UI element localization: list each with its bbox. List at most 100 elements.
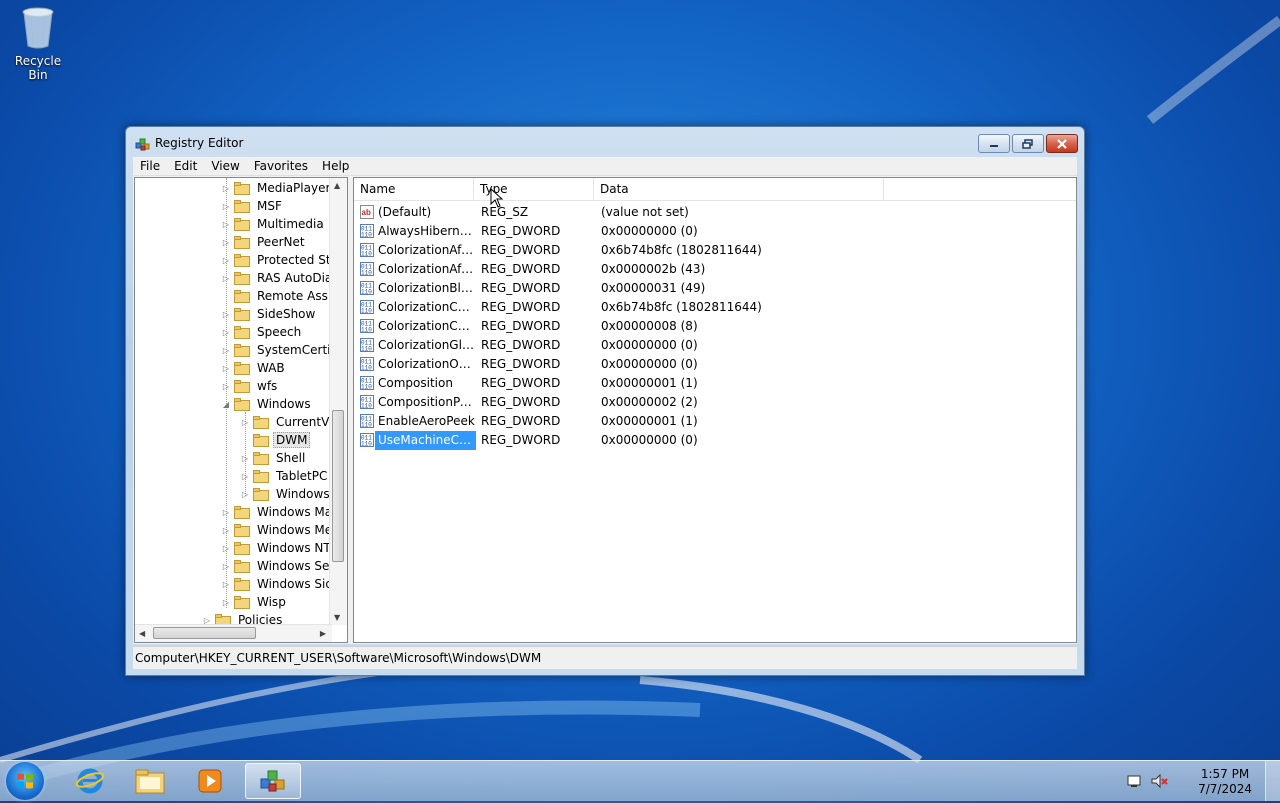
tree-node[interactable]: ▷ Windows E — [239, 485, 332, 503]
close-button[interactable] — [1046, 134, 1078, 153]
tree-node[interactable]: ◢ Windows — [220, 395, 314, 413]
expand-arrow-icon[interactable]: ▷ — [220, 382, 232, 391]
tree-vertical-scrollbar[interactable]: ▲ ▼ — [329, 178, 347, 625]
start-button[interactable] — [6, 762, 44, 800]
tree-node[interactable]: ▷ Shell — [239, 449, 308, 467]
expand-arrow-icon[interactable]: ▷ — [220, 220, 232, 229]
tree-node[interactable]: ▷ Policies — [201, 611, 285, 625]
minimize-button[interactable] — [978, 134, 1010, 153]
tree-node[interactable]: ▷ wfs — [220, 377, 280, 395]
expand-arrow-icon[interactable]: ▷ — [239, 490, 251, 499]
expand-arrow-icon[interactable]: ▷ — [220, 202, 232, 211]
expand-arrow-icon[interactable]: ▷ — [220, 310, 232, 319]
collapse-arrow-icon[interactable]: ◢ — [220, 400, 232, 409]
expand-arrow-icon[interactable]: ▷ — [220, 328, 232, 337]
value-row[interactable]: 011 110 ColorizationAfte... REG_DWORD 0x0000… — [354, 260, 1076, 279]
tree-node[interactable]: ▷ Windows NT — [220, 539, 332, 557]
folder-icon — [234, 361, 250, 375]
scroll-left-arrow-icon[interactable]: ◀ — [139, 629, 145, 638]
tree-node[interactable]: ▷ SystemCertific — [220, 341, 332, 359]
expand-arrow-icon[interactable]: ▷ — [220, 526, 232, 535]
expand-arrow-icon[interactable]: ▷ — [220, 256, 232, 265]
tree-node-label: DWM — [273, 432, 311, 448]
action-center-flag-icon[interactable] — [1126, 773, 1144, 789]
values-list-pane[interactable]: Name Type Data ab (Default) REG_SZ (value n… — [353, 177, 1077, 643]
taskbar-windows-explorer[interactable] — [122, 763, 178, 799]
expand-arrow-icon[interactable]: ▷ — [220, 364, 232, 373]
expand-arrow-icon[interactable]: ▷ — [220, 562, 232, 571]
value-row[interactable]: 011 110 ColorizationBlur... REG_DWORD 0x0000… — [354, 279, 1076, 298]
tree-node[interactable]: Remote Assista — [220, 287, 332, 305]
taskbar-windows-media-player[interactable] — [182, 763, 238, 799]
clock[interactable]: 1:57 PM 7/7/2024 — [1198, 767, 1252, 797]
expand-arrow-icon[interactable]: ▷ — [220, 580, 232, 589]
tree-node[interactable]: ▷ CurrentVer — [239, 413, 332, 431]
title-bar[interactable]: Registry Editor — [126, 127, 1084, 157]
tree-node[interactable]: ▷ Windows Sidel — [220, 575, 332, 593]
value-row[interactable]: 011 110 CompositionPol... REG_DWORD 0x000000… — [354, 393, 1076, 412]
expand-arrow-icon[interactable]: ▷ — [220, 544, 232, 553]
tree-node[interactable]: DWM — [239, 431, 311, 449]
tree-node[interactable]: ▷ RAS AutoDial — [220, 269, 332, 287]
value-row[interactable]: 011 110 EnableAeroPeek REG_DWORD 0x00000001 … — [354, 412, 1076, 431]
show-desktop-button[interactable] — [1265, 761, 1280, 801]
tree-horizontal-scrollbar[interactable]: ◀ ▶ — [135, 624, 332, 642]
expand-arrow-icon[interactable]: ▷ — [239, 418, 251, 427]
value-row[interactable]: ab (Default) REG_SZ (value not set) — [354, 203, 1076, 222]
scroll-up-arrow-icon[interactable]: ▲ — [334, 181, 340, 190]
menu-favorites[interactable]: Favorites — [247, 159, 315, 173]
expand-arrow-icon[interactable]: ▷ — [220, 346, 232, 355]
tree-node-label: SideShow — [257, 307, 316, 321]
menu-view[interactable]: View — [204, 159, 246, 173]
taskbar-registry-editor[interactable] — [245, 763, 301, 799]
column-header-name[interactable]: Name — [354, 178, 474, 200]
value-row[interactable]: 011 110 ColorizationCol... REG_DWORD 0x00000… — [354, 317, 1076, 336]
tree-node[interactable]: ▷ Multimedia — [220, 215, 327, 233]
folder-icon — [234, 343, 250, 357]
status-path: Computer\HKEY_CURRENT_USER\Software\Micr… — [135, 651, 542, 665]
tree-horizontal-scroll-thumb[interactable] — [153, 627, 256, 639]
expand-arrow-icon[interactable]: ▷ — [220, 238, 232, 247]
expand-arrow-icon[interactable]: ▷ — [220, 508, 232, 517]
mouse-cursor-icon — [490, 188, 504, 208]
value-row[interactable]: 011 110 AlwaysHibernat... REG_DWORD 0x000000… — [354, 222, 1076, 241]
expand-arrow-icon[interactable]: ▷ — [239, 454, 251, 463]
value-row[interactable]: 011 110 ColorizationAfte... REG_DWORD 0x6b74… — [354, 241, 1076, 260]
expand-arrow-icon[interactable]: ▷ — [239, 472, 251, 481]
folder-icon — [234, 595, 250, 609]
tree-node[interactable]: ▷ Protected Stor — [220, 251, 332, 269]
tree-node[interactable]: ▷ Speech — [220, 323, 304, 341]
tree-node[interactable]: ▷ Windows Med — [220, 521, 332, 539]
value-row[interactable]: 011 110 ColorizationColor REG_DWORD 0x6b74b8… — [354, 298, 1076, 317]
scroll-right-arrow-icon[interactable]: ▶ — [320, 629, 326, 638]
value-row[interactable]: 011 110 Composition REG_DWORD 0x00000001 (1) — [354, 374, 1076, 393]
tree-node[interactable]: ▷ Wisp — [220, 593, 289, 611]
value-row[interactable]: 011 110 ColorizationOpa... REG_DWORD 0x00000… — [354, 355, 1076, 374]
tree-node[interactable]: ▷ WAB — [220, 359, 288, 377]
volume-muted-icon[interactable] — [1150, 773, 1170, 789]
list-header: Name Type Data — [354, 178, 1076, 201]
maximize-button[interactable] — [1012, 134, 1044, 153]
tree-node[interactable]: ▷ MSF — [220, 197, 285, 215]
folder-icon — [234, 307, 250, 321]
menu-edit[interactable]: Edit — [167, 159, 204, 173]
key-tree-pane[interactable]: ▷ MediaPlayer ▷ MSF ▷ Multimedia ▷ PeerNet ▷ Prot… — [134, 177, 348, 643]
menu-file[interactable]: File — [133, 159, 167, 173]
scroll-down-arrow-icon[interactable]: ▼ — [334, 613, 340, 622]
tree-node[interactable]: ▷ PeerNet — [220, 233, 308, 251]
recycle-bin-shortcut[interactable]: Recycle Bin — [4, 6, 72, 82]
expand-arrow-icon[interactable]: ▷ — [220, 598, 232, 607]
column-header-data[interactable]: Data — [594, 178, 884, 200]
tree-node[interactable]: ▷ Windows Mail — [220, 503, 332, 521]
value-row[interactable]: 011110 ColorizationGlas... REG_DWORD 0x0000… — [354, 336, 1076, 355]
expand-arrow-icon[interactable]: ▷ — [220, 184, 232, 193]
taskbar-internet-explorer[interactable] — [62, 763, 118, 799]
tree-node[interactable]: ▷ TabletPC — [239, 467, 330, 485]
expand-arrow-icon[interactable]: ▷ — [220, 274, 232, 283]
value-row[interactable]: 011 110 UseMachineChe... REG_DWORD 0x0000000… — [354, 431, 1076, 450]
tree-node[interactable]: ▷ SideShow — [220, 305, 318, 323]
menu-help[interactable]: Help — [315, 159, 356, 173]
tree-node[interactable]: ▷ Windows Sear — [220, 557, 332, 575]
tree-node[interactable]: ▷ MediaPlayer — [220, 179, 332, 197]
tree-vertical-scroll-thumb[interactable] — [332, 410, 344, 562]
